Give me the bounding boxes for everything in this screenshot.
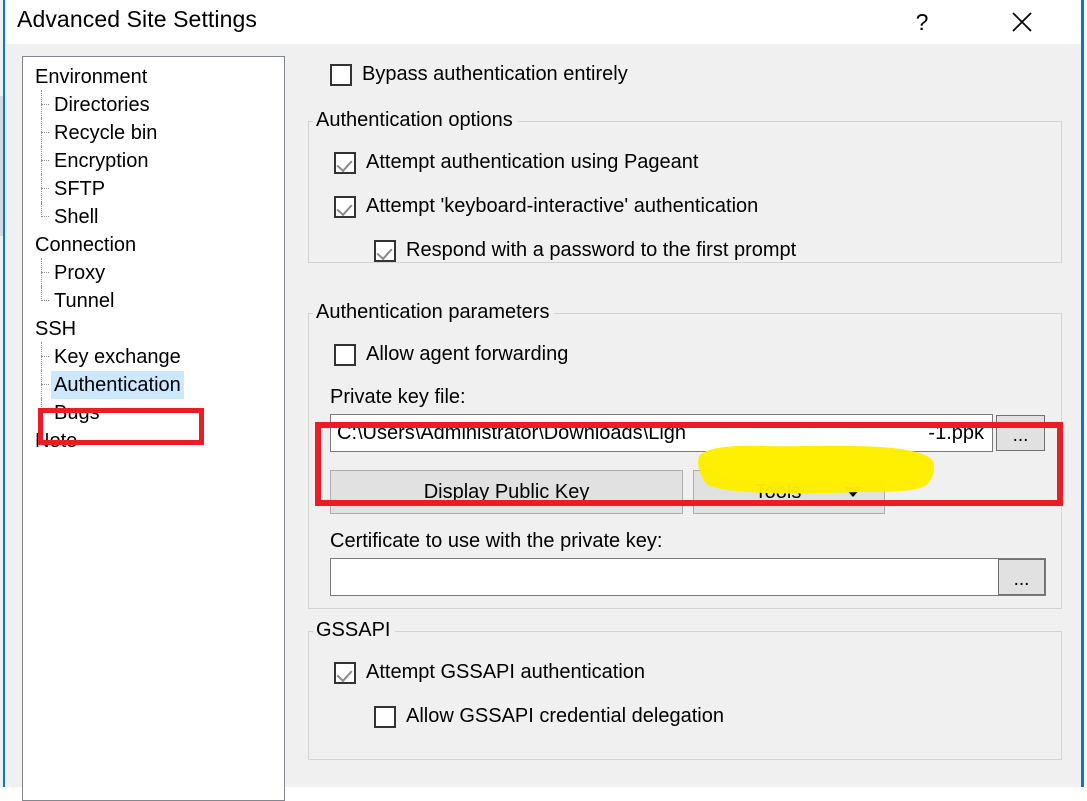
checkbox-box — [334, 195, 356, 218]
sidebar-item-shell[interactable]: Shell — [23, 202, 284, 231]
sidebar-item-label: Recycle bin — [54, 122, 158, 144]
tools-button-label: Tools — [754, 480, 802, 503]
sidebar-item-label: Encryption — [54, 150, 149, 172]
checkbox-box — [374, 239, 396, 262]
private-key-file-value-suffix: -1.ppk — [928, 421, 984, 444]
sidebar-item-sftp[interactable]: SFTP — [23, 174, 284, 204]
window-title: Advanced Site Settings — [17, 6, 258, 32]
close-button[interactable] — [993, 0, 1051, 44]
sidebar-item-label: Proxy — [54, 262, 106, 284]
checkbox-label: Attempt authentication using Pageant — [366, 151, 699, 173]
sidebar-item-label: Tunnel — [54, 290, 115, 312]
private-key-file-value-prefix: C:\Users\Administrator\Downloads\Ligh — [337, 421, 687, 444]
sidebar-item-connection[interactable]: Connection — [23, 231, 284, 259]
sidebar-item-label: Note — [35, 430, 78, 452]
checkbox-box — [374, 705, 396, 728]
sidebar-item-ssh[interactable]: SSH — [23, 315, 284, 343]
advanced-site-settings-dialog: Advanced Site Settings ? Environment Dire… — [3, 0, 1084, 801]
sidebar-item-note[interactable]: Note — [23, 427, 284, 455]
certificate-browse-button[interactable]: ... — [998, 559, 1045, 595]
checkbox-box — [330, 63, 352, 86]
title-bar: Advanced Site Settings ? — [5, 0, 1081, 44]
sidebar-item-label: Authentication — [51, 371, 184, 399]
display-public-key-button[interactable]: Display Public Key — [330, 470, 683, 514]
sidebar-item-label: SFTP — [54, 178, 106, 200]
settings-tree[interactable]: Environment Directories Recycle bin Encrypt… — [22, 56, 285, 801]
private-key-file-input[interactable]: C:\Users\Administrator\Downloads\Ligh -1… — [330, 414, 993, 452]
help-button[interactable]: ? — [893, 0, 951, 44]
sidebar-item-bugs[interactable]: Bugs — [23, 398, 284, 427]
group-authentication-options-legend: Authentication options — [313, 109, 518, 132]
checkbox-attempt-keyboard-interactive[interactable]: Attempt 'keyboard-interactive' authentic… — [334, 195, 758, 218]
close-icon — [1012, 12, 1032, 32]
checkbox-label: Bypass authentication entirely — [362, 63, 628, 85]
sidebar-item-authentication[interactable]: Authentication — [23, 370, 284, 400]
checkbox-attempt-gssapi[interactable]: Attempt GSSAPI authentication — [334, 661, 645, 684]
sidebar-item-directories[interactable]: Directories — [23, 90, 284, 120]
sidebar-item-key-exchange[interactable]: Key exchange — [23, 342, 284, 372]
sidebar-item-label: SSH — [35, 318, 77, 340]
sidebar-item-encryption[interactable]: Encryption — [23, 146, 284, 176]
checkbox-allow-gssapi-delegation[interactable]: Allow GSSAPI credential delegation — [374, 705, 724, 728]
certificate-input[interactable] — [330, 558, 1046, 596]
checkbox-box — [334, 151, 356, 174]
checkbox-label: Allow GSSAPI credential delegation — [406, 705, 724, 727]
sidebar-item-label: Environment — [35, 66, 148, 88]
group-gssapi-legend: GSSAPI — [313, 619, 396, 642]
checkbox-box — [334, 661, 356, 684]
checkbox-label: Attempt GSSAPI authentication — [366, 661, 646, 683]
checkbox-respond-with-password[interactable]: Respond with a password to the first pro… — [374, 239, 796, 262]
dialog-client-area: Environment Directories Recycle bin Encrypt… — [5, 44, 1081, 801]
sidebar-item-label: Connection — [35, 234, 137, 256]
checkbox-label: Allow agent forwarding — [366, 343, 569, 365]
sidebar-item-recycle-bin[interactable]: Recycle bin — [23, 118, 284, 148]
chevron-down-icon — [844, 487, 862, 497]
certificate-label: Certificate to use with the private key: — [330, 530, 663, 552]
sidebar-item-proxy[interactable]: Proxy — [23, 258, 284, 288]
sidebar-item-label: Bugs — [54, 402, 100, 424]
tools-dropdown-button[interactable]: Tools — [693, 470, 885, 514]
checkbox-box — [334, 343, 356, 366]
group-gssapi: GSSAPI — [308, 619, 1062, 760]
sidebar-item-tunnel[interactable]: Tunnel — [23, 286, 284, 315]
checkbox-bypass-authentication[interactable]: Bypass authentication entirely — [330, 63, 628, 86]
group-authentication-parameters-legend: Authentication parameters — [313, 301, 555, 324]
sidebar-item-label: Key exchange — [54, 346, 181, 368]
sidebar-item-label: Directories — [54, 94, 150, 116]
checkbox-allow-agent-forwarding[interactable]: Allow agent forwarding — [334, 343, 568, 366]
sidebar-item-label: Shell — [54, 206, 99, 228]
sidebar-item-environment[interactable]: Environment — [23, 63, 284, 91]
checkbox-label: Respond with a password to the first pro… — [406, 239, 797, 261]
checkbox-attempt-pageant[interactable]: Attempt authentication using Pageant — [334, 151, 698, 174]
settings-tree-list: Environment Directories Recycle bin Encrypt… — [23, 63, 284, 455]
private-key-file-browse-button[interactable]: ... — [996, 415, 1045, 451]
private-key-file-label: Private key file: — [330, 386, 466, 408]
checkbox-label: Attempt 'keyboard-interactive' authentic… — [366, 195, 759, 217]
